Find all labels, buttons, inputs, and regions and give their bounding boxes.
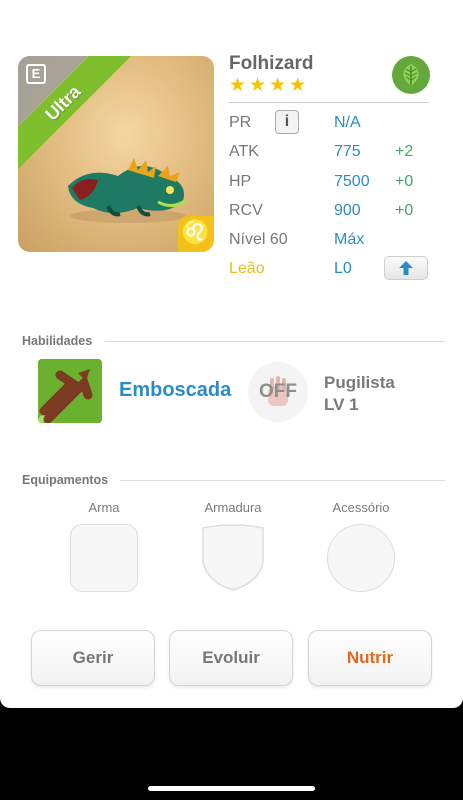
stat-value: 900 — [334, 202, 361, 219]
stat-label: RCV — [229, 202, 263, 219]
home-indicator[interactable] — [148, 786, 315, 791]
star-icon: ★ — [249, 75, 267, 96]
stat-row-rcv: RCV 900 +0 — [229, 200, 434, 224]
equip-label-accessory: Acessório — [332, 500, 390, 515]
stat-value: 775 — [334, 143, 361, 160]
arrow-up-icon — [399, 261, 413, 275]
manage-button[interactable]: Gerir — [31, 630, 155, 686]
emboscada-skill-icon[interactable] — [38, 359, 102, 423]
equip-label-armor: Armadura — [204, 500, 262, 515]
accessory-slot[interactable] — [327, 524, 395, 592]
hero-detail-card: E Ultra ♌ Folhizard ★ ★ ★ ★ PR i N/A ATK… — [0, 0, 463, 708]
equipment-divider — [120, 480, 445, 481]
weapon-slot[interactable] — [70, 524, 138, 592]
equipment-section-title: Equipamentos — [22, 473, 109, 487]
equip-label-weapon: Arma — [88, 500, 120, 515]
stat-bonus: +2 — [395, 143, 414, 160]
stats-divider — [229, 102, 429, 103]
stat-label: Nível 60 — [229, 231, 288, 248]
stat-row-hp: HP 7500 +0 — [229, 171, 434, 195]
stat-row-sign: Leão L0 — [229, 256, 434, 282]
stat-label: ATK — [229, 143, 259, 160]
skill-name-secondary-line1: Pugilista — [324, 373, 395, 392]
hero-portrait[interactable]: E Ultra ♌ — [18, 56, 214, 252]
stat-value: L0 — [334, 260, 352, 277]
stat-label: Leão — [229, 260, 265, 277]
stat-label: PR — [229, 114, 252, 131]
skill-level-secondary: LV 1 — [324, 395, 359, 414]
hero-name: Folhizard — [229, 53, 314, 74]
pugilista-skill-icon[interactable]: OFF — [248, 362, 308, 422]
stat-value: 7500 — [334, 173, 370, 190]
stat-row-atk: ATK 775 +2 — [229, 141, 434, 165]
armor-slot[interactable] — [199, 524, 267, 592]
skills-section-title: Habilidades — [22, 334, 93, 348]
skill-name-secondary: Pugilista LV 1 — [324, 372, 395, 416]
stat-bonus: +0 — [395, 173, 414, 190]
skill-off-status: OFF — [259, 381, 297, 402]
star-rating: ★ ★ ★ ★ — [229, 76, 306, 96]
stat-value: Máx — [334, 231, 365, 248]
stat-row-level: Nível 60 Máx — [229, 229, 434, 253]
stat-bonus: +0 — [395, 202, 414, 219]
stat-row-pr: PR i N/A — [229, 110, 434, 136]
star-icon: ★ — [229, 75, 247, 96]
creature-image — [68, 158, 187, 223]
upgrade-button[interactable] — [384, 256, 428, 280]
star-icon: ★ — [269, 75, 287, 96]
stat-label: HP — [229, 173, 252, 190]
feed-button[interactable]: Nutrir — [308, 630, 432, 686]
leaf-icon — [392, 56, 430, 94]
skills-divider — [105, 341, 445, 342]
equipment-marker-icon: E — [26, 64, 46, 84]
info-button[interactable]: i — [275, 110, 299, 134]
evolve-button[interactable]: Evoluir — [169, 630, 293, 686]
zodiac-leo-icon: ♌ — [178, 216, 214, 252]
star-icon: ★ — [289, 75, 307, 96]
stat-value: N/A — [334, 114, 361, 131]
skill-name-primary: Emboscada — [119, 379, 232, 401]
